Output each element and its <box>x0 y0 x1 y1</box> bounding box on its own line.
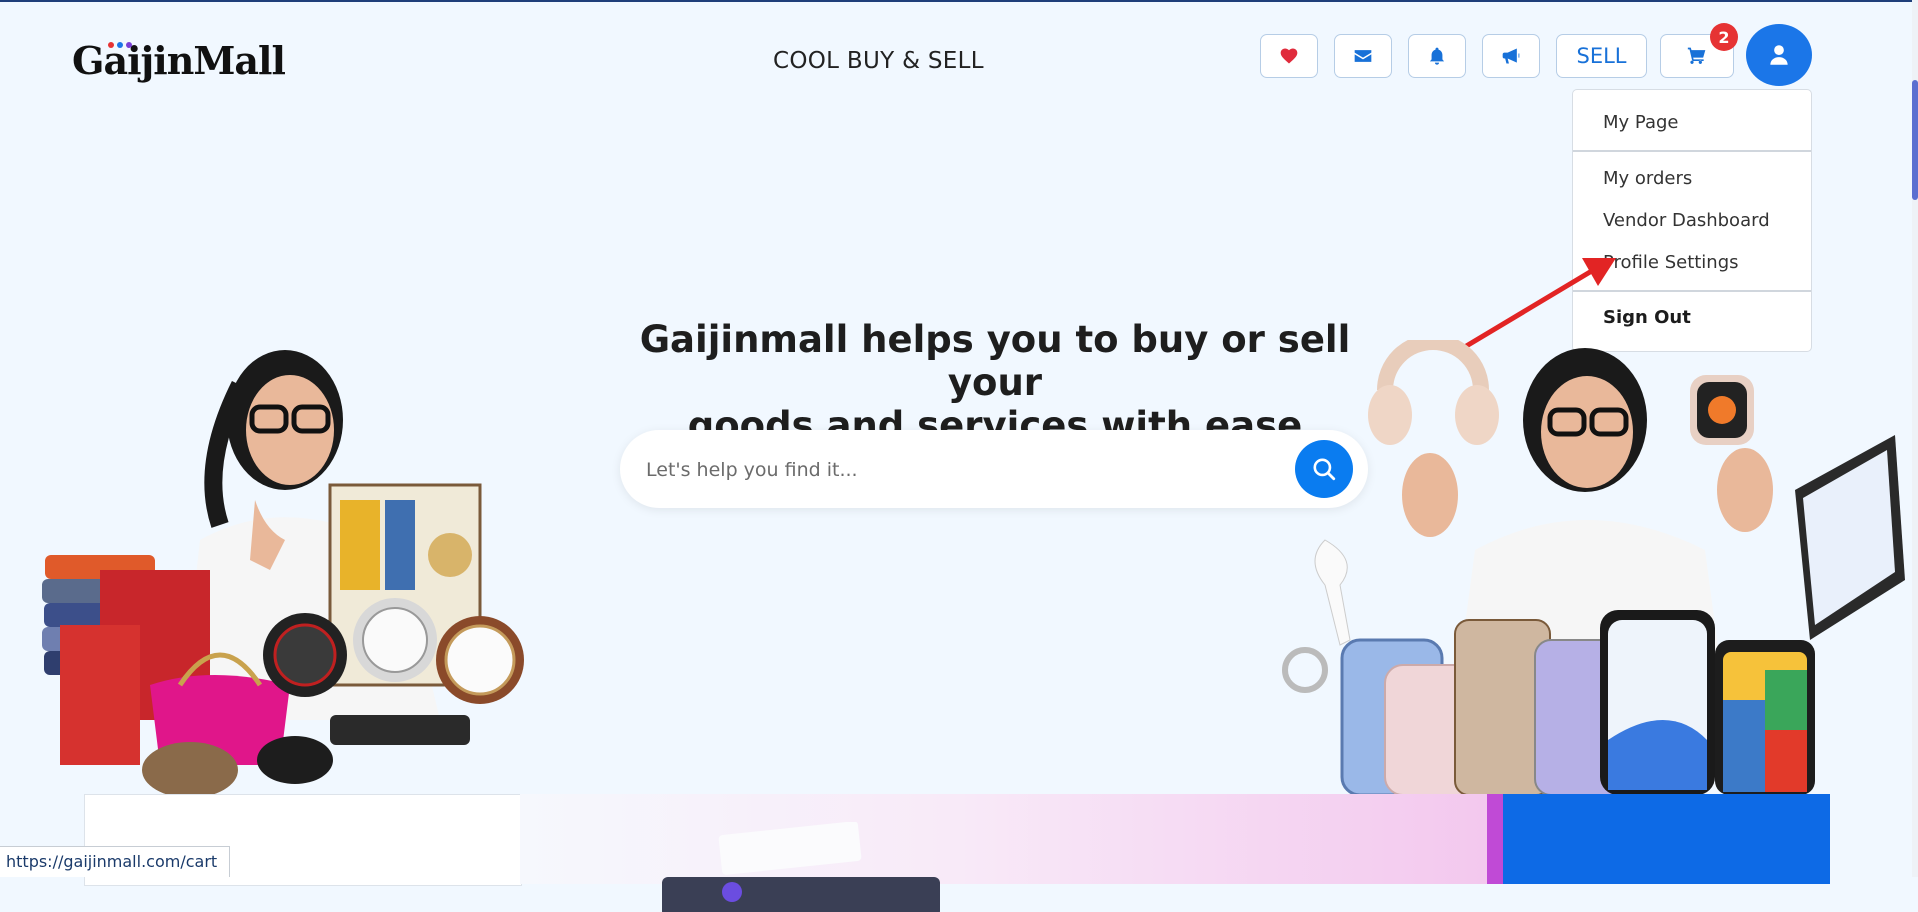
cart-icon <box>1687 47 1706 64</box>
notifications-button[interactable] <box>1408 34 1466 78</box>
logo-dots <box>108 42 132 48</box>
envelope-icon <box>1354 50 1372 62</box>
promo-divider <box>1487 794 1503 884</box>
search-input[interactable] <box>644 450 1268 490</box>
menu-item-vendor-dashboard[interactable]: Vendor Dashboard <box>1603 210 1770 231</box>
page-scrollbar-thumb[interactable] <box>1912 80 1918 200</box>
promo-illustration <box>662 822 940 912</box>
sell-button[interactable]: SELL <box>1556 34 1647 78</box>
hero-left-illustration <box>42 350 524 795</box>
messages-button[interactable] <box>1334 34 1392 78</box>
cart-button[interactable]: 2 <box>1660 23 1738 78</box>
menu-item-my-orders[interactable]: My orders <box>1603 168 1692 189</box>
announcements-button[interactable] <box>1482 34 1540 78</box>
menu-divider <box>1573 150 1811 152</box>
bell-icon <box>1429 47 1445 65</box>
hero-right-illustration <box>1282 340 1905 795</box>
user-menu-button[interactable] <box>1746 24 1812 86</box>
promo-banner[interactable] <box>520 794 1487 912</box>
promo-side-banner[interactable] <box>1503 794 1830 884</box>
menu-item-my-page[interactable]: My Page <box>1603 112 1678 133</box>
heart-icon <box>1280 48 1298 64</box>
user-icon <box>1770 45 1788 65</box>
cart-count-badge: 2 <box>1710 23 1738 51</box>
menu-item-profile-settings[interactable]: Profile Settings <box>1603 252 1739 273</box>
tagline: COOL BUY & SELL <box>773 48 984 74</box>
wishlist-button[interactable] <box>1260 34 1318 78</box>
search-bar <box>620 430 1368 508</box>
status-bar-url: https://gaijinmall.com/cart <box>0 846 231 877</box>
megaphone-icon <box>1502 48 1520 64</box>
site-logo[interactable]: GaijinMall <box>72 38 286 83</box>
top-border <box>0 0 1918 2</box>
